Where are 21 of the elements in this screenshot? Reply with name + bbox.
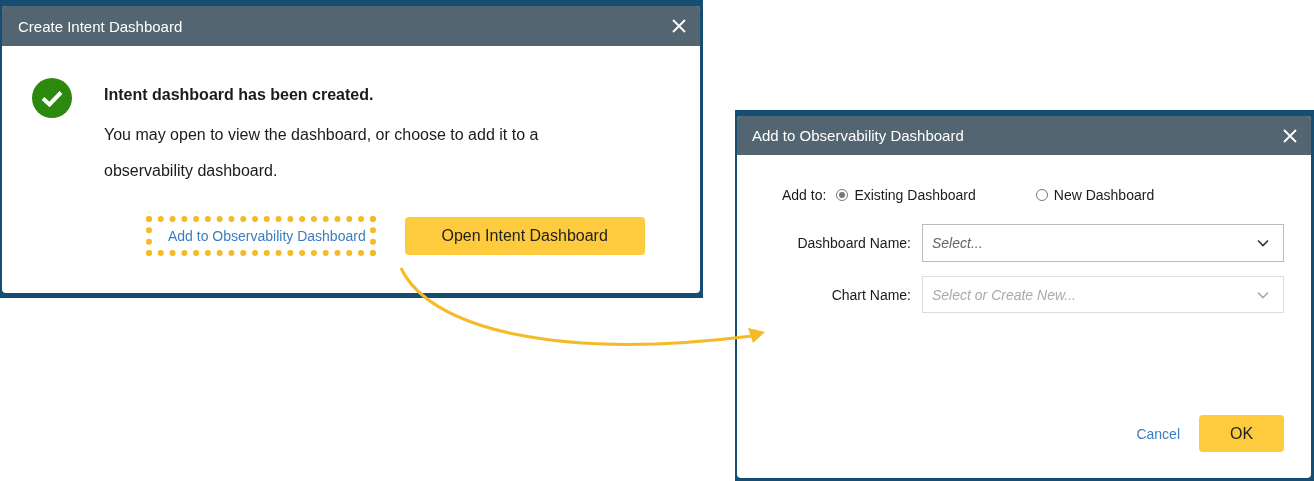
- cancel-link[interactable]: Cancel: [1136, 425, 1180, 442]
- field-label: Dashboard Name:: [796, 235, 911, 251]
- dropdown-field[interactable]: Select...: [922, 224, 1284, 262]
- close-button[interactable]: [670, 17, 688, 35]
- field-label: Chart Name:: [830, 286, 911, 303]
- message-text: You may open to view the dashboard, or choose to add it to a observability dashboard.: [104, 125, 540, 181]
- open-dashboard-button[interactable]: Open Intent Dashboard: [404, 217, 645, 255]
- ok-button[interactable]: OK: [1199, 415, 1284, 452]
- radio-option[interactable]: New Dashboard: [1035, 187, 1155, 203]
- message-heading: Intent dashboard has been created.: [104, 86, 375, 104]
- chevron-down-icon: [1257, 290, 1269, 299]
- dialog-title: Add to Observability Dashboard: [752, 127, 964, 144]
- add-to-dashboard-link[interactable]: Add to Observability Dashboard: [168, 228, 366, 244]
- close-icon: [1283, 128, 1297, 143]
- success-check-icon: [32, 78, 72, 118]
- close-button[interactable]: [1281, 126, 1299, 145]
- dialog-title: Create Intent Dashboard: [18, 17, 183, 35]
- close-icon: [672, 19, 686, 33]
- chevron-down-icon: [1257, 239, 1269, 247]
- radio-option[interactable]: Existing Dashboard: [836, 187, 976, 203]
- add-to-label: Add to:: [782, 187, 827, 203]
